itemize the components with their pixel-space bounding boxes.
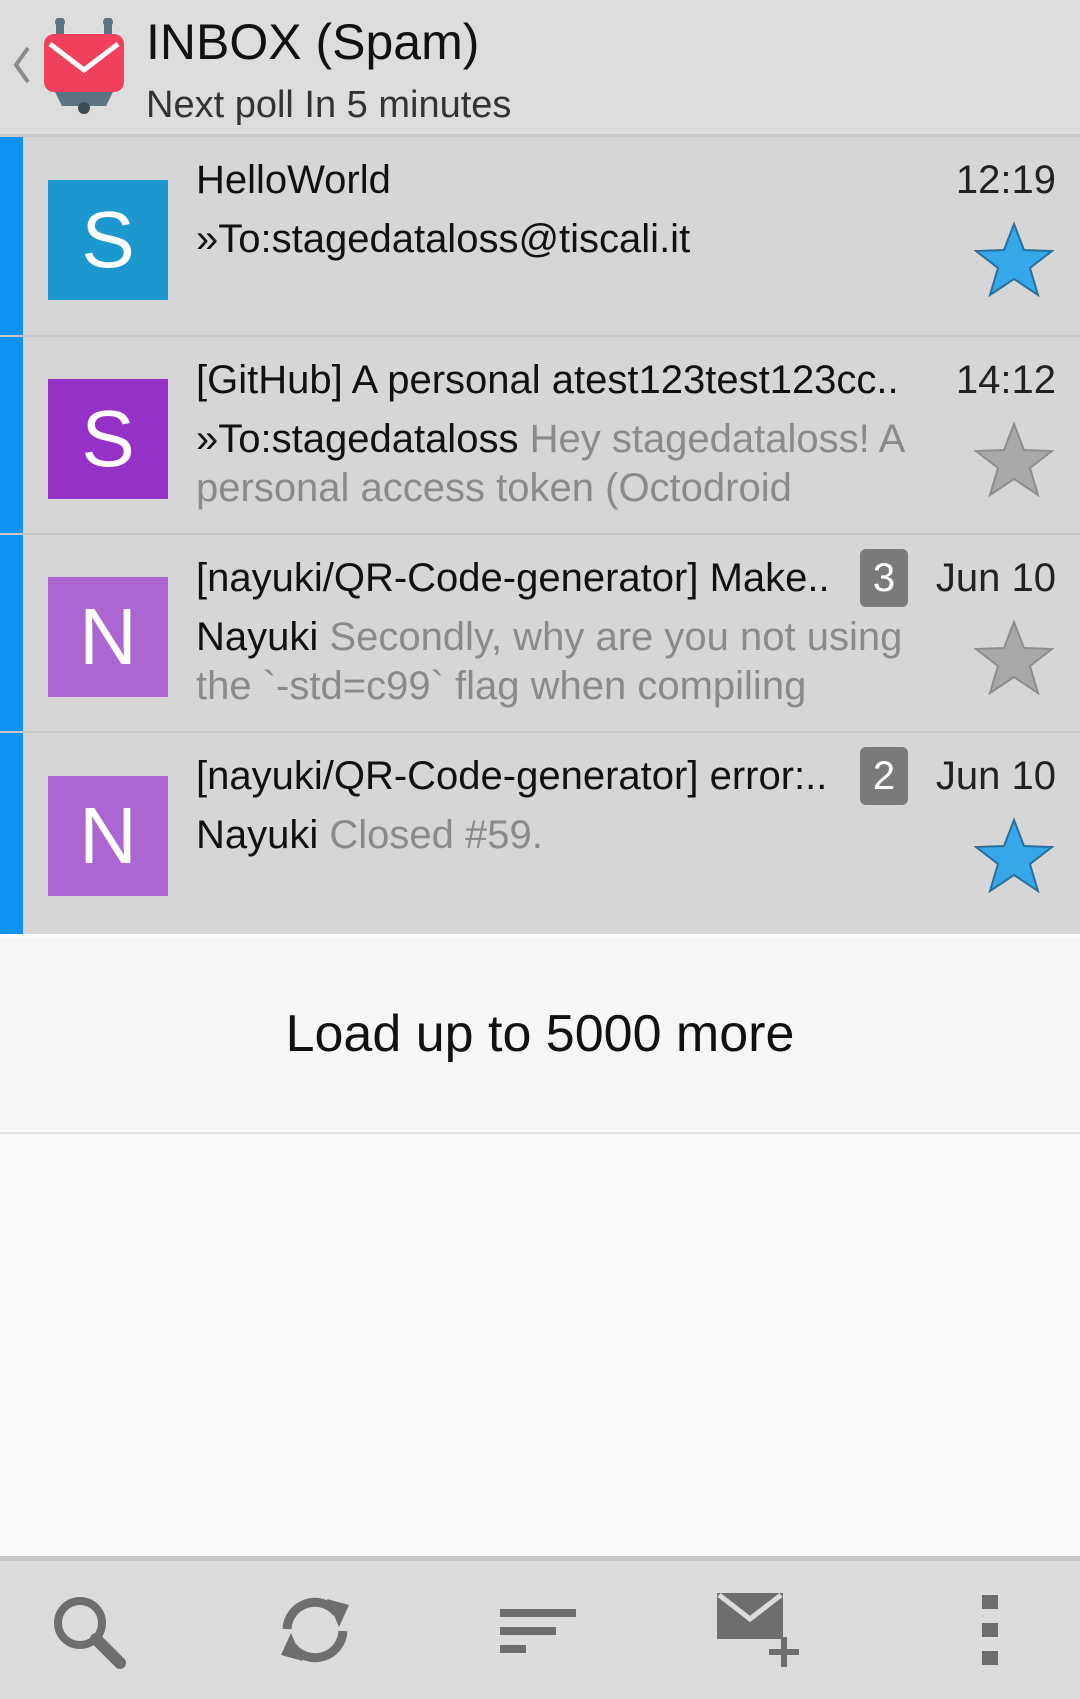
sender-avatar[interactable]: N bbox=[48, 776, 168, 896]
overflow-menu-button[interactable] bbox=[940, 1585, 1040, 1675]
message-list: S HelloWorld 12:19 »To:stagedataloss@tis… bbox=[0, 137, 1080, 934]
app-header: INBOX (Spam) Next poll In 5 minutes bbox=[0, 0, 1080, 137]
poll-status: Next poll In 5 minutes bbox=[146, 84, 512, 126]
sender-avatar[interactable]: N bbox=[48, 577, 168, 697]
message-time: 14:12 bbox=[955, 358, 1056, 402]
thread-count-badge: 2 bbox=[860, 747, 908, 805]
search-icon bbox=[54, 1597, 126, 1669]
message-subject: [GitHub] A personal atest123test123cc.. bbox=[196, 358, 899, 402]
refresh-icon bbox=[281, 1597, 349, 1663]
compose-icon bbox=[717, 1593, 799, 1667]
message-preview: »To:stagedataloss Hey stagedataloss! A p… bbox=[196, 415, 938, 513]
sender-avatar[interactable]: S bbox=[48, 180, 168, 300]
sender-avatar[interactable]: S bbox=[48, 379, 168, 499]
star-icon[interactable] bbox=[974, 221, 1054, 297]
message-preview: »To:stagedataloss@tiscali.it bbox=[196, 215, 938, 264]
message-subject: HelloWorld bbox=[196, 158, 391, 202]
compose-button[interactable] bbox=[715, 1585, 815, 1675]
message-snippet: Closed #59. bbox=[329, 813, 543, 857]
bottom-toolbar bbox=[0, 1556, 1080, 1699]
message-time: Jun 10 bbox=[935, 556, 1056, 600]
message-sender: »To:stagedataloss@tiscali.it bbox=[196, 217, 691, 261]
k9-mail-logo[interactable] bbox=[42, 18, 126, 114]
message-time: 12:19 bbox=[955, 158, 1056, 202]
sort-button[interactable] bbox=[490, 1585, 590, 1675]
load-more-label: Load up to 5000 more bbox=[285, 1005, 795, 1063]
page-title: INBOX (Spam) bbox=[146, 14, 480, 70]
refresh-button[interactable] bbox=[265, 1585, 365, 1675]
unread-indicator bbox=[0, 337, 23, 533]
message-preview: Nayuki Closed #59. bbox=[196, 811, 938, 860]
message-preview: Nayuki Secondly, why are you not using t… bbox=[196, 613, 938, 711]
message-row[interactable]: N [nayuki/QR-Code-generator] error:.. 2 … bbox=[0, 733, 1080, 934]
unread-indicator bbox=[0, 137, 23, 335]
message-time: Jun 10 bbox=[935, 754, 1056, 798]
load-more-button[interactable]: Load up to 5000 more bbox=[0, 938, 1080, 1134]
message-sender: »To:stagedataloss bbox=[196, 417, 519, 461]
message-row[interactable]: S HelloWorld 12:19 »To:stagedataloss@tis… bbox=[0, 137, 1080, 337]
sort-icon bbox=[500, 1609, 576, 1653]
message-row[interactable]: N [nayuki/QR-Code-generator] Make.. 3 Ju… bbox=[0, 535, 1080, 733]
unread-indicator bbox=[0, 733, 23, 934]
unread-indicator bbox=[0, 535, 23, 731]
message-sender: Nayuki bbox=[196, 813, 319, 857]
message-subject: [nayuki/QR-Code-generator] error:.. bbox=[196, 754, 828, 798]
message-subject: [nayuki/QR-Code-generator] Make.. bbox=[196, 556, 830, 600]
search-button[interactable] bbox=[40, 1585, 140, 1675]
thread-count-badge: 3 bbox=[860, 549, 908, 607]
message-row[interactable]: S [GitHub] A personal atest123test123cc.… bbox=[0, 337, 1080, 535]
overflow-menu-icon bbox=[982, 1595, 998, 1665]
star-icon[interactable] bbox=[974, 817, 1054, 893]
star-icon[interactable] bbox=[974, 421, 1054, 497]
message-sender: Nayuki bbox=[196, 615, 319, 659]
star-icon[interactable] bbox=[974, 619, 1054, 695]
back-chevron-icon[interactable] bbox=[10, 40, 34, 90]
